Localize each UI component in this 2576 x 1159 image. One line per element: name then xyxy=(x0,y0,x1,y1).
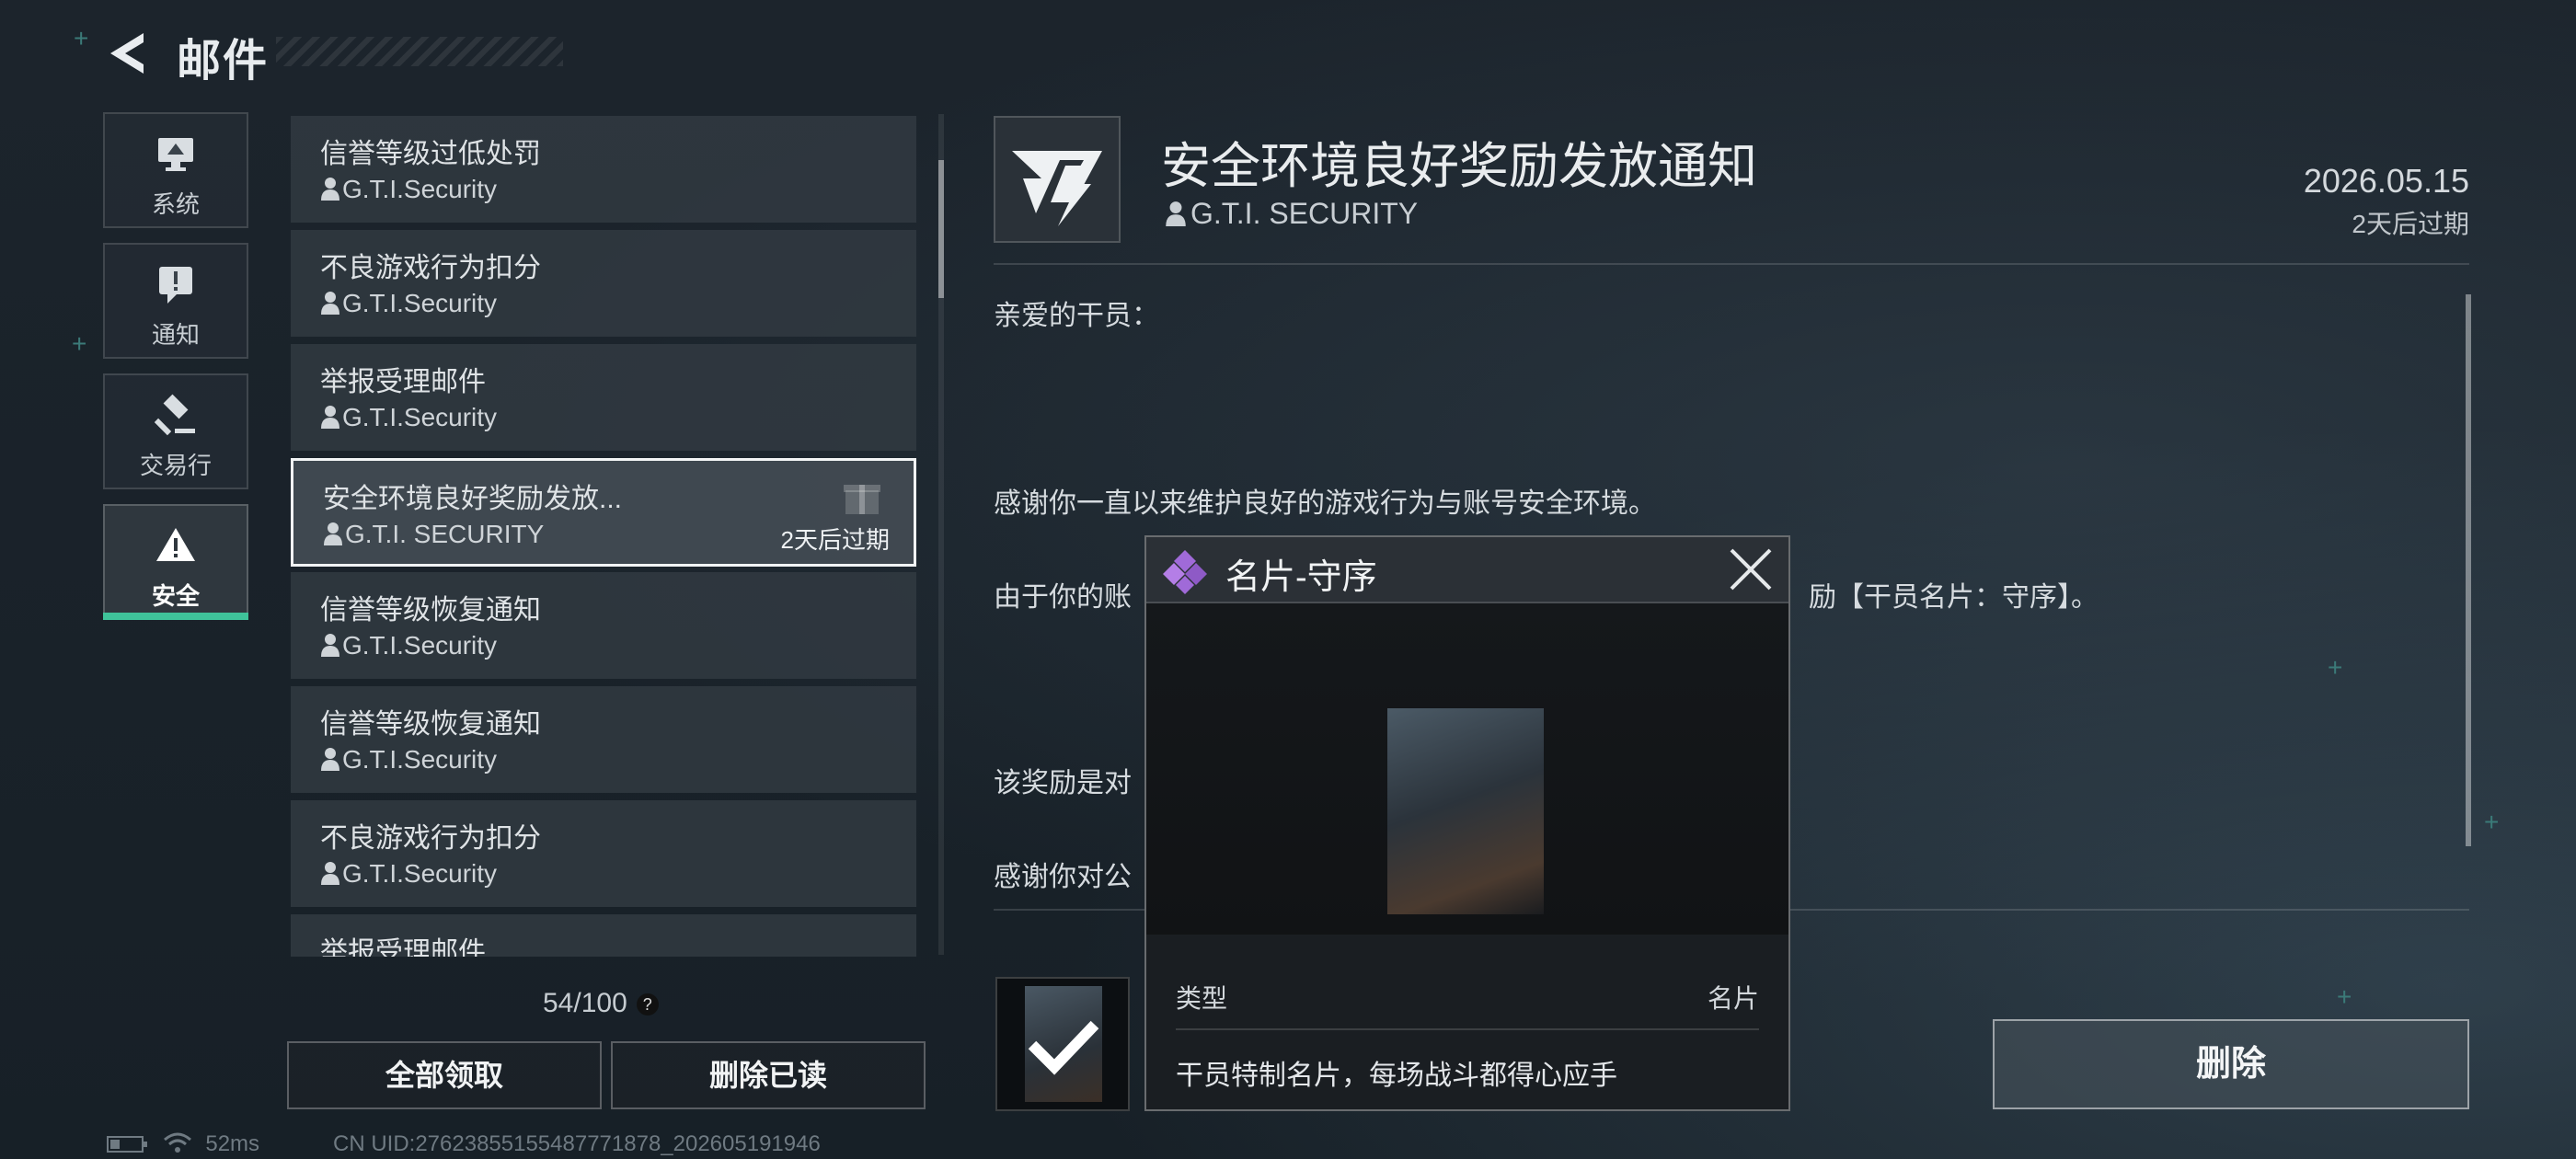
popup-type-label: 类型 xyxy=(1176,984,1228,1013)
user-icon xyxy=(324,522,342,545)
mail-detail-sender: G.T.I. SECURITY xyxy=(1165,197,1418,231)
back-arrow-icon xyxy=(110,33,144,74)
grid-plus-decoration: + xyxy=(2337,982,2352,1011)
scrollbar-thumb[interactable] xyxy=(2466,294,2471,846)
user-icon xyxy=(321,862,339,885)
mail-sender: G.T.I.Security xyxy=(320,859,497,889)
claimed-check-icon xyxy=(1028,1020,1099,1075)
claim-all-button[interactable]: 全部领取 xyxy=(287,1041,602,1109)
mail-type-icon xyxy=(994,116,1121,243)
notice-icon xyxy=(159,267,192,304)
user-icon xyxy=(1166,201,1186,226)
mail-subject: 信誉等级恢复通知 xyxy=(320,595,541,625)
ping: 52ms xyxy=(205,1131,260,1156)
page-title: 邮件 xyxy=(177,37,270,86)
user-icon xyxy=(321,748,339,771)
mail-subject: 不良游戏行为扣分 xyxy=(320,823,541,854)
mail-subject: 举报受理邮件 xyxy=(320,937,486,957)
mail-subject: 不良游戏行为扣分 xyxy=(320,253,541,283)
mail-body-scrollbar[interactable] xyxy=(2466,294,2471,846)
divider xyxy=(1176,1028,1759,1030)
delete-read-button[interactable]: 删除已读 xyxy=(611,1041,926,1109)
mail-sender: G.T.I.Security xyxy=(320,631,497,660)
mail-item-selected[interactable]: 安全环境良好奖励发放... G.T.I. SECURITY 2天后过期 xyxy=(291,458,916,567)
category-label: 通知 xyxy=(151,321,200,349)
user-icon xyxy=(321,406,339,429)
attachment-item[interactable] xyxy=(995,977,1130,1111)
mail-subject: 信誉等级过低处罚 xyxy=(320,139,541,169)
battery-icon xyxy=(107,1136,147,1153)
grid-plus-decoration: + xyxy=(74,24,89,52)
uid-text: CN UID:27623855155487771878_202605191946 xyxy=(333,1131,821,1156)
gavel-icon xyxy=(155,394,195,436)
category-security[interactable]: 安全 xyxy=(103,504,248,620)
grid-plus-decoration: + xyxy=(2328,653,2343,682)
mail-sender: G.T.I.Security xyxy=(320,289,497,318)
grid-plus-decoration: + xyxy=(72,329,87,358)
mail-sender: G.T.I. SECURITY xyxy=(323,520,544,549)
wifi-icon xyxy=(163,1132,191,1153)
mail-sender: G.T.I.Security xyxy=(320,175,497,204)
category-system[interactable]: 系统 xyxy=(103,112,248,228)
mail-body-line: 感谢你一直以来维护良好的游戏行为与账号安全环境。 xyxy=(994,488,1656,519)
user-icon xyxy=(321,634,339,657)
category-trade[interactable]: 交易行 xyxy=(103,373,248,489)
category-label: 交易行 xyxy=(139,452,212,479)
rarity-gem-icon xyxy=(1163,550,1207,594)
category-notice[interactable]: 通知 xyxy=(103,243,248,359)
scrollbar-thumb[interactable] xyxy=(938,160,944,298)
mail-item[interactable]: 信誉等级恢复通知 G.T.I.Security xyxy=(291,686,916,793)
mail-expiry: 2天后过期 xyxy=(780,526,890,554)
popup-description: 干员特制名片，每场战斗都得心应手 xyxy=(1176,1061,1617,1091)
mail-item[interactable]: 信誉等级恢复通知 G.T.I.Security xyxy=(291,572,916,679)
popup-title: 名片-守序 xyxy=(1225,558,1377,597)
mail-body-line: 励【干员名片：守序】。 xyxy=(1809,582,2099,613)
mail-detail-expiry: 2天后过期 xyxy=(2352,210,2469,238)
mail-sender: G.T.I.Security xyxy=(320,403,497,432)
mail-item[interactable]: 举报受理邮件 xyxy=(291,914,916,957)
help-icon[interactable]: ? xyxy=(636,993,659,1016)
popup-header: 名片-守序 xyxy=(1146,537,1788,603)
close-icon[interactable] xyxy=(1728,546,1774,592)
mail-count: 54/100? xyxy=(543,988,659,1019)
mail-body-line: 由于你的账 xyxy=(994,582,1132,613)
mail-item[interactable]: 不良游戏行为扣分 G.T.I.Security xyxy=(291,800,916,907)
mail-body-greeting: 亲爱的干员： xyxy=(994,301,1159,331)
lightning-shield-icon xyxy=(1012,151,1102,226)
mail-subject: 信誉等级恢复通知 xyxy=(320,709,541,740)
title-decoration xyxy=(276,37,563,66)
mail-detail-title: 安全环境良好奖励发放通知 xyxy=(1161,139,1757,194)
mail-detail-date: 2026.05.15 xyxy=(2303,162,2469,200)
name-card-image xyxy=(1387,708,1544,914)
grid-plus-decoration: + xyxy=(2484,808,2500,836)
mail-item[interactable]: 举报受理邮件 G.T.I.Security xyxy=(291,344,916,451)
back-button[interactable] xyxy=(103,28,155,79)
item-popup: 名片-守序 类型 名片 干员特制名片，每场战斗都得心应手 xyxy=(1144,535,1790,1111)
mail-item[interactable]: 信誉等级过低处罚 G.T.I.Security xyxy=(291,116,916,223)
popup-type-value: 名片 xyxy=(1707,984,1759,1013)
warning-icon xyxy=(156,528,195,561)
mail-sender: G.T.I.Security xyxy=(320,745,497,775)
mail-item[interactable]: 不良游戏行为扣分 G.T.I.Security xyxy=(291,230,916,337)
delete-button[interactable]: 删除 xyxy=(1993,1019,2469,1109)
gift-icon xyxy=(844,485,880,514)
mail-list-scrollbar[interactable] xyxy=(938,114,944,955)
user-icon xyxy=(321,178,339,201)
popup-preview xyxy=(1146,603,1788,935)
monitor-icon xyxy=(158,138,193,171)
mail-subject: 举报受理邮件 xyxy=(320,367,486,397)
status-bar: 52ms xyxy=(107,1131,259,1157)
mail-body-line: 感谢你对公 xyxy=(994,862,1132,892)
mail-subject: 安全环境良好奖励发放... xyxy=(323,484,623,514)
category-label: 安全 xyxy=(151,582,200,610)
mail-body-line: 该奖励是对 xyxy=(994,768,1132,798)
divider xyxy=(994,263,2469,265)
user-icon xyxy=(321,292,339,315)
category-label: 系统 xyxy=(151,190,200,218)
